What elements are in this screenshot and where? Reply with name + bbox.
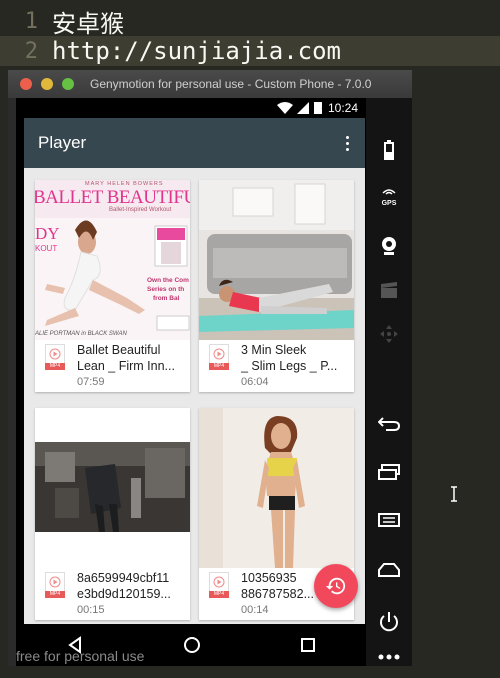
back-arrow-icon [378, 417, 400, 431]
fitness-thumbnail-art [199, 408, 354, 568]
video-meta: MP4 3 Min Sleek _ Slim Legs _ P... 06:04 [199, 340, 354, 392]
video-title-line-1: 3 Min Sleek [241, 343, 307, 357]
restore-icon [325, 577, 346, 595]
recents-nav-icon[interactable] [300, 637, 316, 653]
status-bar: 2 10:24 [16, 98, 366, 118]
video-title-line-1: 8a6599949cbf11 [77, 571, 170, 585]
video-meta: MP4 Ballet Beautiful Lean _ Firm Inn... … [35, 340, 190, 392]
battery-tool-icon [384, 140, 394, 160]
battery-icon: 2 [313, 101, 326, 114]
video-duration: 07:59 [77, 376, 105, 388]
video-card[interactable]: MP4 3 Min Sleek _ Slim Legs _ P... 06:04 [199, 180, 354, 392]
line-number: 1 [24, 8, 38, 34]
video-title: 3 Min Sleek _ Slim Legs _ P... [241, 342, 347, 374]
mp4-badge-label: MP4 [213, 363, 225, 369]
webcam-icon [382, 237, 396, 255]
minimize-window-button[interactable] [41, 78, 53, 90]
thumbnail-caption: ALIE PORTMAN in BLACK SWAN [35, 331, 127, 337]
thumbnail-brand-main: BALLET BEAUTIFUL [35, 187, 190, 208]
toolbar-title: Player [38, 133, 87, 152]
gps-tool-button[interactable]: GPS [366, 178, 412, 218]
webcam-tool-button[interactable] [366, 226, 412, 266]
video-title-line-1: Ballet Beautiful [77, 343, 161, 357]
home-tool-button[interactable] [366, 550, 412, 590]
thumbnail-side-text: DY [35, 224, 60, 243]
editor-line-2: 2 http://sunjiajia.com [0, 36, 500, 66]
editor-line-1: 1 安卓猴 [0, 4, 500, 39]
clock: 10:24 [327, 101, 358, 115]
recent-apps-icon [378, 464, 400, 480]
more-dots-icon [378, 654, 400, 660]
wifi-icon [276, 102, 293, 114]
video-duration: 00:14 [241, 604, 269, 616]
thumbnail-promo-2: Series on th [147, 286, 185, 293]
video-title-line-2: Lean _ Firm Inn... [77, 359, 175, 373]
mp4-badge-label: MP4 [213, 591, 225, 597]
video-thumbnail[interactable] [35, 408, 190, 568]
close-window-button[interactable] [20, 78, 32, 90]
video-thumbnail[interactable]: MARY HELEN BOWERS BALLET BEAUTIFUL Balle… [35, 180, 190, 340]
video-title: 8a6599949cbf11 e3bd9d120159... [77, 570, 183, 602]
line-text[interactable]: http://sunjiajia.com [52, 37, 341, 65]
window-titlebar[interactable]: Genymotion for personal use - Custom Pho… [8, 70, 412, 98]
video-title-line-2: _ Slim Legs _ P... [241, 359, 338, 373]
back-tool-button[interactable] [366, 404, 412, 444]
player-app: Player MARY HELEN BOWERS BALLET BEAUTIF … [24, 118, 365, 624]
video-title-line-2: e3bd9d120159... [77, 587, 171, 601]
thumbnail-side-text-2: KOUT [35, 244, 58, 253]
video-card[interactable]: MP4 8a6599949cbf11 e3bd9d120159... 00:15 [35, 408, 190, 620]
screencast-tool-button[interactable] [366, 270, 412, 310]
thumbnail-promo-3: from Bal [153, 295, 180, 302]
code-editor: 1 安卓猴 2 http://sunjiajia.com [0, 0, 500, 70]
mp4-badge-label: MP4 [49, 591, 61, 597]
watermark-text: free for personal use [16, 648, 145, 664]
dpad-tool-button[interactable] [366, 314, 412, 354]
power-icon [380, 612, 398, 632]
home-icon [378, 563, 400, 577]
overflow-menu-icon[interactable] [335, 128, 359, 158]
signal-icon [296, 102, 309, 114]
battery-level: 2 [321, 101, 327, 111]
device-screen: 2 10:24 Player MARY HELEN BOWERS BALLET … [16, 98, 366, 666]
history-fab-button[interactable] [314, 564, 358, 608]
video-thumbnail[interactable] [199, 180, 354, 340]
gps-icon: GPS [382, 188, 396, 208]
more-tool-button[interactable] [366, 648, 412, 666]
thumbnail-promo-1: Own the Com [147, 277, 189, 284]
battery-tool-button[interactable] [366, 130, 412, 170]
video-card[interactable]: MARY HELEN BOWERS BALLET BEAUTIFUL Balle… [35, 180, 190, 392]
mp4-badge-label: MP4 [49, 363, 61, 369]
text-cursor-icon [451, 486, 457, 502]
home-nav-icon[interactable] [183, 636, 201, 654]
video-duration: 00:15 [77, 604, 105, 616]
workout-thumbnail-art [199, 180, 354, 340]
emulator-sidebar: GPS [366, 98, 412, 666]
recent-apps-tool-button[interactable] [366, 452, 412, 492]
window-title: Genymotion for personal use - Custom Pho… [90, 77, 372, 91]
app-toolbar: Player [24, 118, 365, 168]
line-text[interactable]: 安卓猴 [52, 4, 124, 39]
dpad-icon [380, 325, 398, 343]
zoom-window-button[interactable] [62, 78, 74, 90]
clapperboard-icon [381, 282, 397, 298]
emulator-window: Genymotion for personal use - Custom Pho… [8, 70, 412, 666]
gym-thumbnail-art [35, 408, 190, 568]
line-number: 2 [24, 38, 38, 64]
power-tool-button[interactable] [366, 602, 412, 642]
thumbnail-brand-sub: Ballet-Inspired Workout [109, 207, 172, 213]
menu-icon [378, 513, 400, 527]
video-title: Ballet Beautiful Lean _ Firm Inn... [77, 342, 183, 374]
video-meta: MP4 8a6599949cbf11 e3bd9d120159... 00:15 [35, 568, 190, 620]
video-duration: 06:04 [241, 376, 269, 388]
menu-tool-button[interactable] [366, 500, 412, 540]
video-thumbnail[interactable] [199, 408, 354, 568]
